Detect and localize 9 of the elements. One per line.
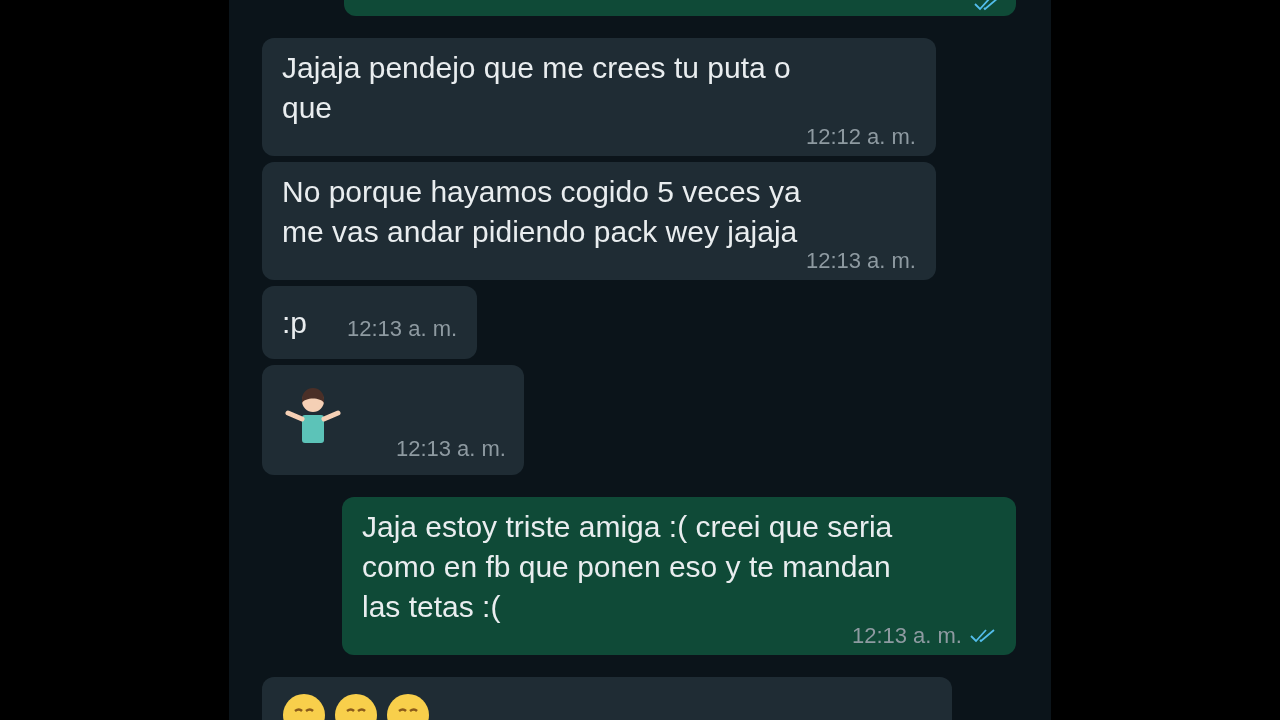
message-time: 12:13 a. m. bbox=[851, 623, 962, 649]
message-time: 12:13 a. m. bbox=[347, 315, 458, 343]
message-text: Jajaja pendejo que me crees tu puta o que bbox=[282, 50, 792, 126]
message-text: :p bbox=[282, 305, 308, 341]
message-time: 12:13 a. m. bbox=[805, 248, 916, 274]
message-text: No porque hayamos cogido 5 veces ya me vas andar pidiendo pack wey jajaja bbox=[282, 174, 802, 250]
message-text: Jaja estoy triste amiga :( creei que seria como en fb que ponen eso y te mandan las tetas :( bbox=[362, 509, 894, 625]
message-time: 12:12 a. m. bbox=[805, 124, 916, 150]
message-time: 12:13 a. m. bbox=[395, 435, 506, 463]
